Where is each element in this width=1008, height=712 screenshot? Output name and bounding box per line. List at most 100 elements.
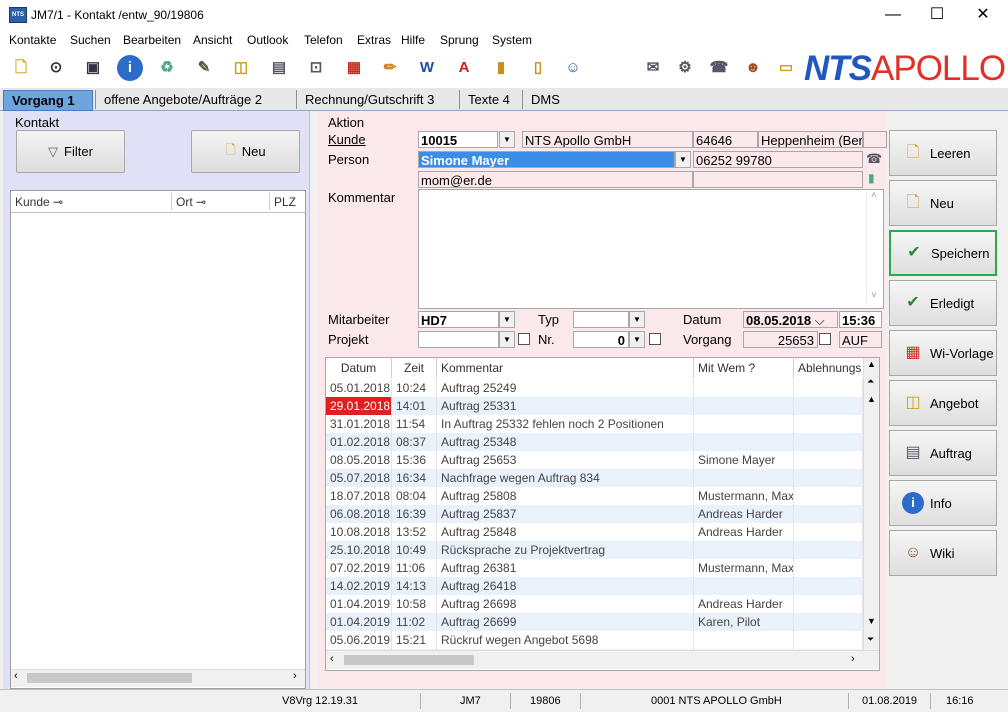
- document-icon[interactable]: ▤: [266, 55, 292, 81]
- phone-icon[interactable]: ☎: [866, 151, 882, 167]
- nr-checkbox[interactable]: [649, 333, 661, 345]
- scroll-right-icon[interactable]: ›: [293, 670, 297, 682]
- word-icon[interactable]: W: [414, 55, 440, 81]
- card-icon[interactable]: ▭: [773, 55, 799, 81]
- menu-bearbeiten[interactable]: Bearbeiten: [123, 33, 181, 47]
- row-down-icon[interactable]: ▼: [867, 616, 876, 626]
- edit-note-icon[interactable]: ✎: [191, 55, 217, 81]
- scroll-left-icon[interactable]: ‹: [330, 653, 334, 665]
- column-zeit[interactable]: Zeit: [392, 358, 437, 378]
- preview-icon[interactable]: ⊡: [303, 55, 329, 81]
- table-row[interactable]: 05.06.2019 15:21 Rückruf wegen Angebot 569…: [326, 631, 863, 649]
- door-icon[interactable]: ▮: [488, 55, 514, 81]
- projekt-dropdown[interactable]: ▼: [499, 331, 515, 348]
- angebot-button[interactable]: ◫ Angebot: [889, 380, 997, 426]
- trash-icon[interactable]: ♻: [154, 55, 180, 81]
- nr-dropdown[interactable]: ▼: [629, 331, 645, 348]
- exit-door-icon[interactable]: ▯: [525, 55, 551, 81]
- menu-sprung[interactable]: Sprung: [440, 33, 479, 47]
- scroll-right-icon[interactable]: ›: [851, 653, 855, 665]
- vertical-scrollbar[interactable]: ˄ ˅: [866, 190, 883, 306]
- gear-icon[interactable]: ⚙: [672, 55, 698, 81]
- kunde-name-field[interactable]: NTS Apollo GmbH: [522, 131, 693, 148]
- phone-icon[interactable]: ☎: [706, 55, 732, 81]
- info-button[interactable]: i Info: [889, 480, 997, 526]
- mail-icon[interactable]: ✉: [640, 55, 666, 81]
- vertical-scrollbar[interactable]: ▲ ⏶ ▲ ▼ ⏷ ▼: [863, 358, 879, 662]
- new-contact-button[interactable]: 🗋 Neu: [191, 130, 300, 173]
- column-mit-wem[interactable]: Mit Wem ?: [694, 358, 794, 378]
- wi-vorlage-button[interactable]: ▦ Wi-Vorlage: [889, 330, 997, 376]
- plz-field[interactable]: 64646: [693, 131, 758, 148]
- filter-button[interactable]: ▽ Filter: [16, 130, 125, 173]
- mitarbeiter-dropdown[interactable]: ▼: [499, 311, 515, 328]
- neu-button[interactable]: 🗋 Neu: [889, 180, 997, 226]
- datum-field[interactable]: 08.05.2018 ⌵: [743, 311, 838, 328]
- kommentar-textarea[interactable]: ˄ ˅: [418, 189, 884, 309]
- tab-rechnung[interactable]: Rechnung/Gutschrift 3: [296, 90, 442, 109]
- column-ort[interactable]: Ort ⊸: [176, 195, 206, 209]
- menu-outlook[interactable]: Outlook: [247, 33, 288, 47]
- ort-field[interactable]: Heppenheim (Ber: [758, 131, 863, 148]
- kunde-label[interactable]: Kunde: [328, 132, 366, 147]
- person-field[interactable]: Simone Mayer: [418, 151, 675, 168]
- person-dropdown[interactable]: ▼: [675, 151, 691, 168]
- chevron-down-icon[interactable]: ⌵: [815, 313, 825, 327]
- column-kommentar[interactable]: Kommentar: [437, 358, 694, 378]
- page-up-icon[interactable]: ⏶: [867, 376, 874, 387]
- info-icon[interactable]: i: [117, 55, 143, 81]
- column-kunde[interactable]: Kunde ⊸: [15, 195, 63, 209]
- table-row[interactable]: 01.04.2019 11:02 Auftrag 26699 Karen, Pilot: [326, 613, 863, 631]
- menu-telefon[interactable]: Telefon: [304, 33, 343, 47]
- projekt-field[interactable]: [418, 331, 499, 348]
- horizontal-scrollbar[interactable]: ‹ ›: [11, 669, 305, 687]
- users-info-icon[interactable]: ☺: [560, 55, 586, 81]
- column-datum[interactable]: Datum: [326, 358, 392, 378]
- table-row[interactable]: 10.08.2018 13:52 Auftrag 25848 Andreas Hard…: [326, 523, 863, 541]
- close-button[interactable]: ✕: [960, 0, 1006, 30]
- row-up-icon[interactable]: ▲: [867, 394, 876, 404]
- extra-field[interactable]: [863, 131, 887, 148]
- offer-icon[interactable]: ◫: [228, 55, 254, 81]
- table-row[interactable]: 31.01.2018 11:54 In Auftrag 25332 fehlen n…: [326, 415, 863, 433]
- wiki-button[interactable]: ☺ Wiki: [889, 530, 997, 576]
- tab-offene-angebote[interactable]: offene Angebote/Aufträge 2: [95, 90, 270, 109]
- table-row[interactable]: 29.01.2018 14:01 Auftrag 25331: [326, 397, 863, 415]
- column-plz[interactable]: PLZ: [274, 195, 296, 209]
- menu-suchen[interactable]: Suchen: [70, 33, 111, 47]
- speichern-button[interactable]: ✔ Speichern: [889, 230, 997, 276]
- history-table[interactable]: Datum Zeit Kommentar Mit Wem ? Ablehnung…: [325, 357, 880, 671]
- auftrag-button[interactable]: ▤ Auftrag: [889, 430, 997, 476]
- vorgang-checkbox[interactable]: [819, 333, 831, 345]
- leeren-button[interactable]: 🗋 Leeren: [889, 130, 997, 176]
- table-row[interactable]: 08.05.2018 15:36 Auftrag 25653 Simone Mayer: [326, 451, 863, 469]
- vorgang-field[interactable]: 25653: [743, 331, 818, 348]
- horizontal-scrollbar[interactable]: ‹ ›: [326, 650, 879, 669]
- email-field[interactable]: mom@er.de: [418, 171, 693, 188]
- table-row[interactable]: 18.07.2018 08:04 Auftrag 25808 Mustermann, …: [326, 487, 863, 505]
- pdf-icon[interactable]: A: [451, 55, 477, 81]
- table-row[interactable]: 05.01.2018 10:24 Auftrag 25249: [326, 379, 863, 397]
- minimize-button[interactable]: —: [870, 0, 916, 30]
- telefon-field[interactable]: 06252 99780: [693, 151, 863, 168]
- new-document-icon[interactable]: 🗋: [8, 55, 34, 81]
- table-row[interactable]: 07.02.2019 11:06 Auftrag 26381 Mustermann, …: [326, 559, 863, 577]
- auf-field[interactable]: AUF: [839, 331, 882, 348]
- mitarbeiter-field[interactable]: HD7: [418, 311, 499, 328]
- tab-dms[interactable]: DMS: [522, 90, 568, 109]
- contact-list[interactable]: Kunde ⊸ Ort ⊸ PLZ ‹ ›: [10, 190, 306, 689]
- nr-field[interactable]: 0: [573, 331, 629, 348]
- typ-field[interactable]: [573, 311, 629, 328]
- table-row[interactable]: 01.02.2018 08:37 Auftrag 25348: [326, 433, 863, 451]
- pencil-icon[interactable]: ✏: [377, 55, 403, 81]
- save-icon[interactable]: ▣: [80, 55, 106, 81]
- scroll-left-icon[interactable]: ‹: [14, 670, 18, 682]
- maximize-button[interactable]: ☐: [914, 0, 960, 30]
- zeit-field[interactable]: 15:36: [839, 311, 882, 328]
- email-extra-field[interactable]: [693, 171, 863, 188]
- kunde-dropdown[interactable]: ▼: [499, 131, 515, 148]
- kunde-number-field[interactable]: 10015: [418, 131, 498, 148]
- menu-hilfe[interactable]: Hilfe: [401, 33, 425, 47]
- contacts-icon[interactable]: ☻: [740, 55, 766, 81]
- table-row[interactable]: 01.04.2019 10:58 Auftrag 26698 Andreas Hard…: [326, 595, 863, 613]
